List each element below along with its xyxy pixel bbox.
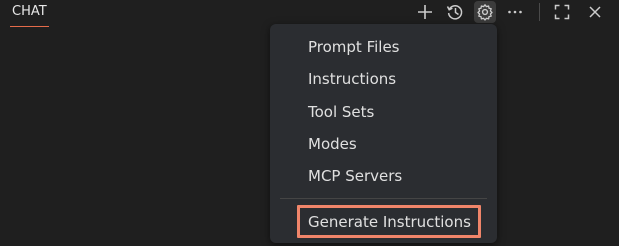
close-icon [589, 6, 601, 18]
history-icon [446, 5, 463, 20]
more-icon [508, 10, 522, 14]
chat-panel: CHAT Prompt Files Instructions Tool Sets… [0, 0, 619, 246]
menu-item-mcp-servers[interactable]: MCP Servers [270, 161, 497, 191]
close-button[interactable] [584, 1, 606, 23]
gear-icon [477, 4, 493, 21]
menu-item-prompt-files[interactable]: Prompt Files [270, 32, 497, 62]
toolbar-divider [539, 3, 540, 21]
highlight-box [297, 205, 481, 238]
maximize-icon [554, 4, 570, 20]
maximize-button[interactable] [551, 1, 573, 23]
settings-button[interactable] [474, 1, 496, 23]
menu-item-modes[interactable]: Modes [270, 129, 497, 159]
plus-icon [418, 5, 432, 19]
menu-divider [280, 198, 487, 199]
history-button[interactable] [444, 1, 466, 23]
menu-item-instructions[interactable]: Instructions [270, 64, 497, 94]
chat-toolbar [0, 0, 619, 26]
more-actions-button[interactable] [504, 1, 526, 23]
new-chat-button[interactable] [414, 1, 436, 23]
menu-item-tool-sets[interactable]: Tool Sets [270, 97, 497, 127]
